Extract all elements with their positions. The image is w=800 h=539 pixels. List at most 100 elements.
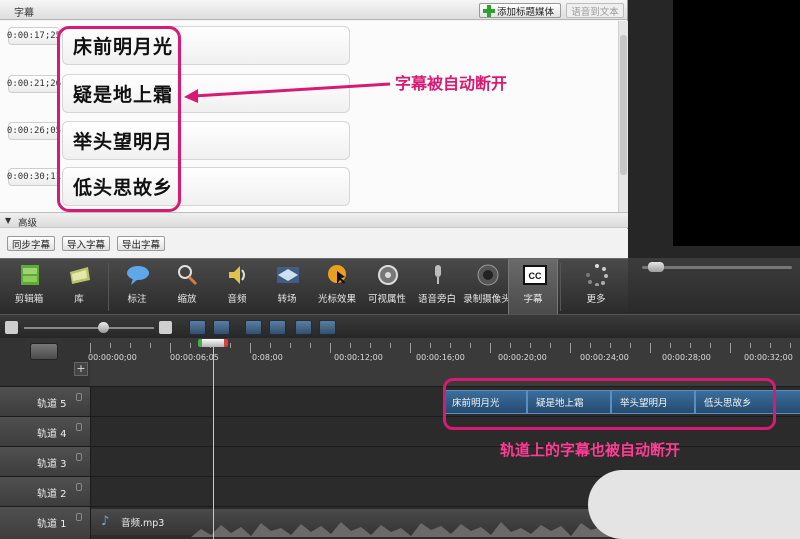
toolbar-divider	[560, 263, 561, 311]
import-captions-button[interactable]: 导入字幕	[62, 236, 111, 251]
ruler-tick	[130, 343, 131, 348]
add-track-button[interactable]: +	[74, 362, 88, 376]
speech-to-text-button[interactable]: 语音到文本	[566, 3, 624, 18]
cut-icon[interactable]	[245, 320, 262, 335]
tab-more[interactable]: 更多	[571, 259, 621, 315]
caption-time[interactable]: 0:00:21;26	[7, 75, 61, 93]
ruler-tick	[90, 343, 91, 353]
cc-icon: CC	[523, 265, 547, 285]
advanced-toggle[interactable]: ▼ 高级	[0, 212, 628, 229]
sync-captions-button[interactable]: 同步字幕	[7, 236, 56, 251]
tab-label: 录制摄像头	[463, 294, 511, 305]
playhead-line[interactable]	[213, 342, 214, 539]
preview-scrub-slider[interactable]	[642, 266, 792, 269]
ruler-tick	[490, 343, 491, 353]
ruler-tick	[670, 343, 671, 348]
ruler-tick	[750, 343, 751, 348]
lock-icon[interactable]	[76, 453, 82, 461]
caption-action-row: 同步字幕 导入字幕 导出字幕	[0, 229, 628, 258]
track-header[interactable]: 轨道 2	[0, 477, 90, 507]
copy-icon[interactable]	[295, 320, 312, 335]
speaker-icon	[229, 266, 245, 284]
ruler-tick	[570, 343, 571, 353]
caption-list-scrollbar[interactable]	[618, 21, 628, 212]
caption-text-box[interactable]: 低头思故乡	[62, 167, 350, 206]
export-captions-button[interactable]: 导出字幕	[117, 236, 166, 251]
ruler-tick	[390, 343, 391, 348]
ruler-tick	[430, 343, 431, 348]
tab-record-camera[interactable]: 录制摄像头	[462, 259, 512, 315]
track-header[interactable]: 轨道 5	[0, 387, 90, 417]
ruler-tick	[590, 343, 591, 348]
callout-icon	[127, 266, 149, 285]
tab-clip-bin[interactable]: 剪辑箱	[4, 259, 54, 315]
ruler-tick	[770, 343, 771, 348]
audio-clip-name: 音频.mp3	[121, 518, 165, 529]
timeline-zoom-slider[interactable]	[24, 327, 154, 329]
chevron-down-icon: ▼	[5, 216, 12, 225]
ruler-tick-label: 00:00:24;00	[580, 353, 629, 362]
lock-icon[interactable]	[76, 513, 82, 521]
tab-cursor-effects[interactable]: 光标效果	[312, 259, 362, 315]
webcam-icon	[477, 264, 499, 286]
track-header[interactable]: 轨道 4	[0, 417, 90, 447]
ruler-tick	[690, 343, 691, 348]
tab-library[interactable]: 库	[54, 259, 104, 315]
split-icon[interactable]	[269, 320, 286, 335]
caption-panel-title: 字幕	[14, 8, 34, 19]
tab-voice-narration[interactable]: 语音旁白	[412, 259, 462, 315]
undo-icon[interactable]	[189, 320, 206, 335]
ruler-tick	[550, 343, 551, 348]
zoom-in-icon[interactable]	[159, 321, 172, 334]
ruler-tick	[270, 343, 271, 348]
ruler-tick	[530, 343, 531, 348]
lock-icon[interactable]	[76, 393, 82, 401]
lock-icon[interactable]	[76, 483, 82, 491]
add-title-media-button[interactable]: 添加标题媒体	[479, 3, 561, 18]
tab-callouts[interactable]: 标注	[112, 259, 162, 315]
gear-icon[interactable]	[30, 343, 58, 360]
ruler-tick	[790, 343, 791, 348]
paste-icon[interactable]	[319, 320, 336, 335]
tab-transitions[interactable]: 转场	[262, 259, 312, 315]
tab-label: 音频	[227, 294, 247, 305]
ruler-tick-label: 00:00:00;00	[88, 353, 137, 362]
tab-captions[interactable]: CC 字幕	[508, 259, 558, 315]
visual-properties-icon	[378, 265, 398, 285]
caption-time[interactable]: 0:00:17;25	[7, 27, 61, 45]
timeline-zoom-knob[interactable]	[98, 322, 109, 333]
tab-visual-properties[interactable]: 可视属性	[362, 259, 412, 315]
track-header[interactable]: 轨道 1	[0, 507, 90, 539]
scrollbar-thumb[interactable]	[620, 35, 627, 175]
tab-audio[interactable]: 音频	[212, 259, 262, 315]
caption-text-box[interactable]: 床前明月光	[62, 26, 350, 65]
ruler-tick	[310, 343, 311, 348]
track-header[interactable]: 轨道 3	[0, 447, 90, 477]
ruler-tick	[110, 343, 111, 348]
zoom-out-icon[interactable]	[5, 321, 18, 334]
tab-label: 库	[74, 294, 84, 305]
ruler-tick	[350, 343, 351, 348]
ruler-tick-label: 00:00:20;00	[498, 353, 547, 362]
caption-time[interactable]: 0:00:26;05	[7, 122, 61, 140]
ruler-tick	[330, 343, 331, 353]
caption-time[interactable]: 0:00:30;11	[7, 168, 61, 186]
ruler-tick-label: 00:00:12;00	[334, 353, 383, 362]
tab-label: 字幕	[523, 294, 543, 305]
ruler-tick	[470, 343, 471, 348]
track-name: 轨道 5	[37, 399, 67, 410]
annotation-arrow-icon	[184, 82, 391, 103]
toolbar-divider	[108, 263, 109, 311]
preview-controls	[628, 258, 800, 314]
lock-icon[interactable]	[76, 423, 82, 431]
transition-icon	[277, 267, 299, 283]
track-name: 轨道 3	[37, 459, 67, 470]
preview-scrub-knob[interactable]	[648, 262, 664, 272]
caption-text-box[interactable]: 举头望明月	[62, 121, 350, 160]
ruler-tick	[630, 343, 631, 348]
preview-canvas	[673, 0, 800, 246]
tab-zoom[interactable]: 缩放	[162, 259, 212, 315]
playhead-handle[interactable]	[198, 339, 228, 347]
ruler-tick-label: 0:08;00	[252, 353, 283, 362]
redo-icon[interactable]	[213, 320, 230, 335]
